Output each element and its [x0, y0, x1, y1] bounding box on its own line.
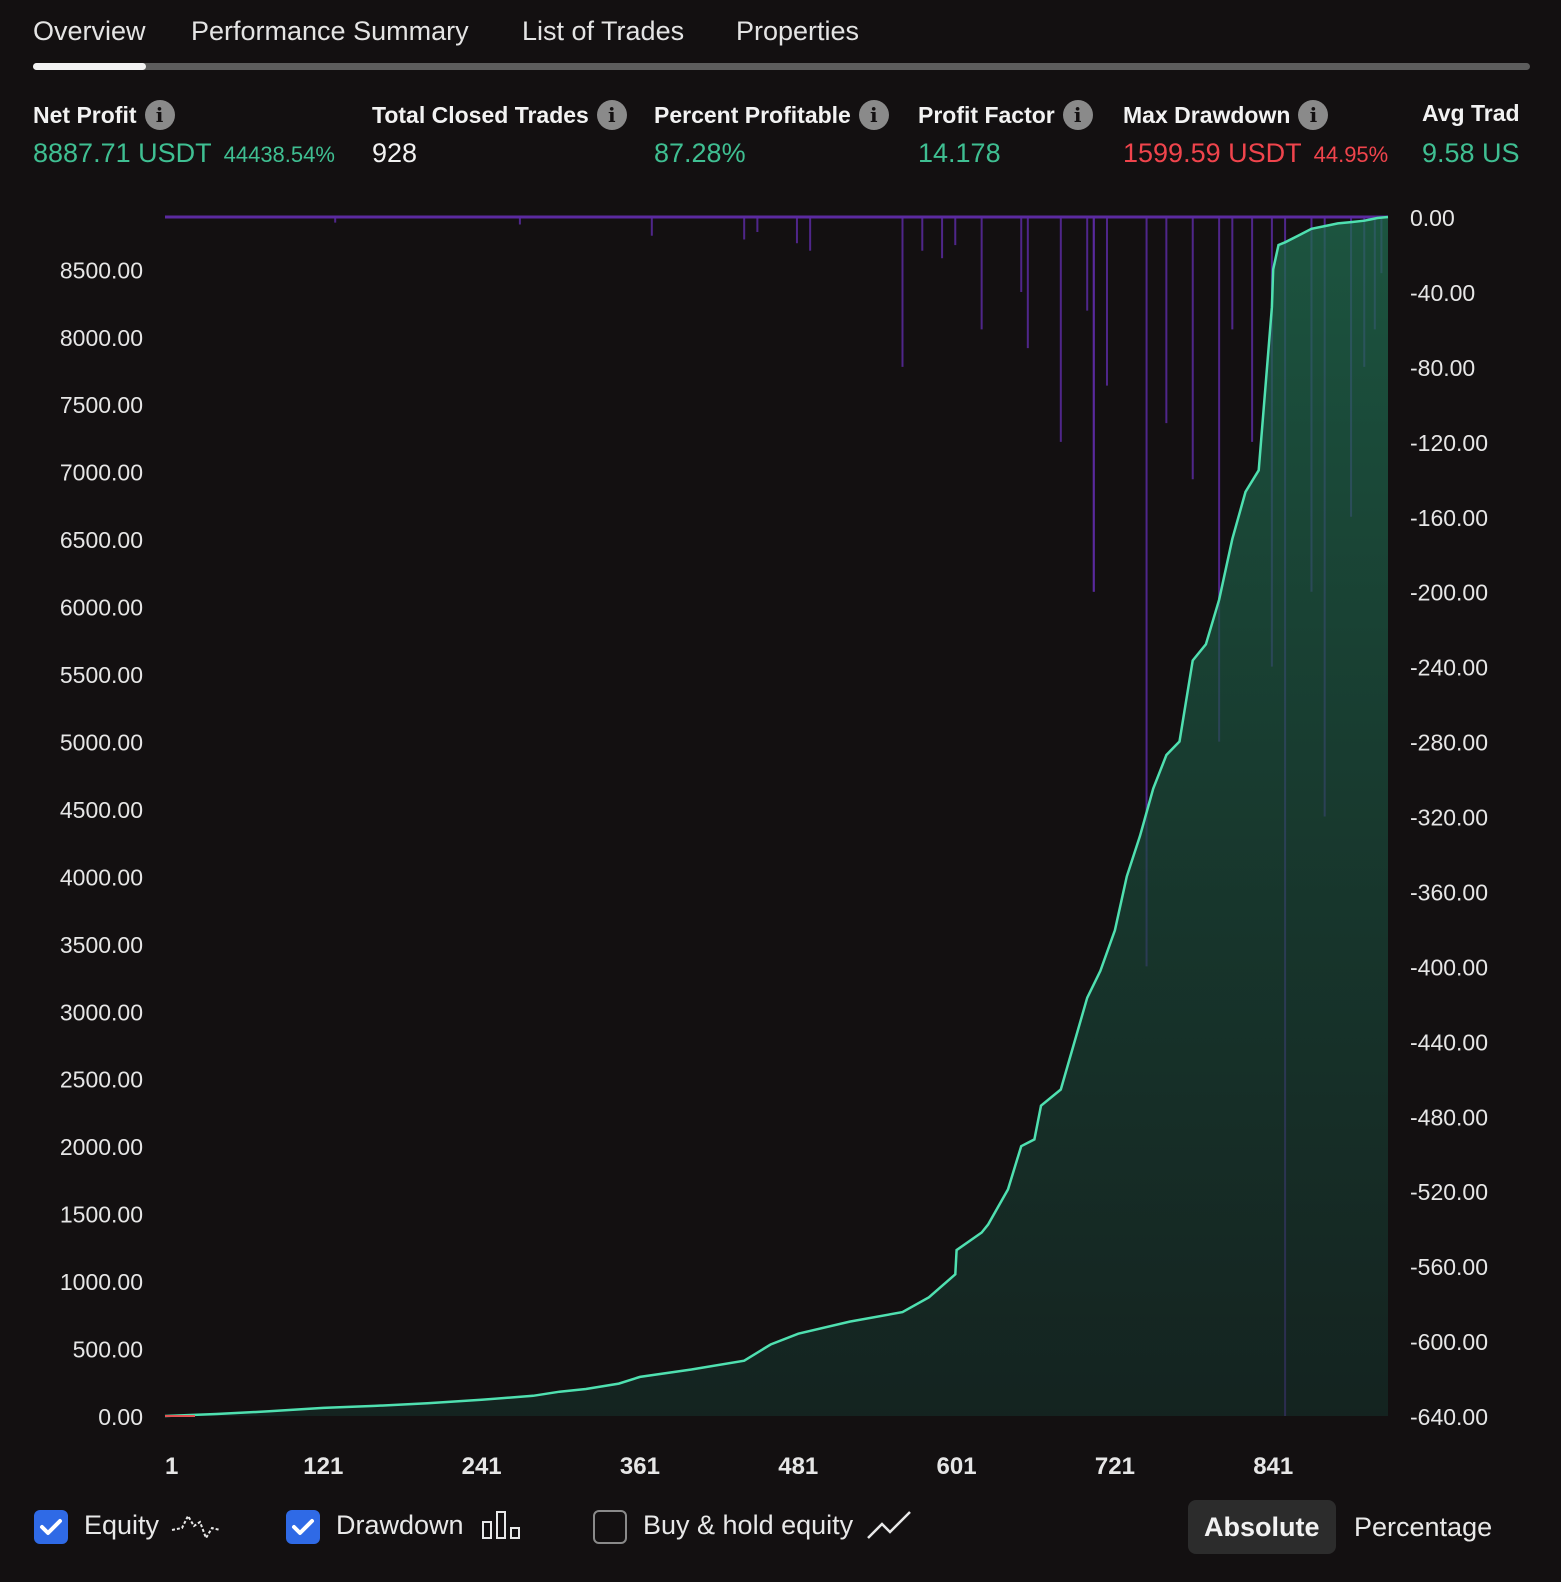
tab-track — [33, 63, 1530, 70]
left-axis-tick-label: 4500.00 — [60, 797, 143, 823]
right-axis-tick-label: -200.00 — [1410, 580, 1488, 606]
equity-area — [165, 217, 1388, 1416]
x-axis-tick-label: 241 — [462, 1453, 502, 1480]
x-axis: 1 121 241 361 481 601 721 841 — [165, 1453, 1293, 1480]
net-profit-value: 8887.71 USDT — [33, 138, 212, 168]
left-axis-tick-label: 0.00 — [98, 1404, 143, 1430]
percent-profitable-value: 87.28% — [654, 138, 746, 168]
x-axis-tick-label: 841 — [1253, 1453, 1293, 1480]
percent-profitable-label: Percent Profitable — [654, 101, 851, 128]
right-axis-tick-label: -320.00 — [1410, 805, 1488, 831]
left-axis-tick-label: 500.00 — [73, 1337, 143, 1363]
max-drawdown-value: 1599.59 USDT — [1123, 138, 1302, 168]
right-axis-tick-label: -120.00 — [1410, 430, 1488, 456]
left-axis-tick-label: 3000.00 — [60, 999, 143, 1025]
left-axis-tick-label: 5000.00 — [60, 729, 143, 755]
left-axis-tick-label: 2500.00 — [60, 1067, 143, 1093]
info-icon[interactable]: i — [858, 100, 889, 130]
tab-properties[interactable]: Properties — [736, 16, 859, 47]
check-icon — [292, 1519, 314, 1535]
right-axis-tick-label: -520.00 — [1410, 1179, 1488, 1205]
max-drawdown-value-row: 1599.59 USDT 44.95% — [1123, 138, 1388, 169]
x-axis-tick-label: 361 — [620, 1453, 660, 1480]
net-profit-value-row: 8887.71 USDT 44438.54% — [33, 138, 335, 169]
trend-line-icon — [867, 1511, 911, 1539]
tab-list-of-trades[interactable]: List of Trades — [522, 16, 684, 47]
equity-checkbox[interactable] — [34, 1510, 68, 1544]
right-axis-tick-label: -40.00 — [1410, 280, 1475, 306]
x-axis-tick-label: 121 — [303, 1453, 343, 1480]
left-axis-tick-label: 7500.00 — [60, 392, 143, 418]
left-axis-tick-label: 4000.00 — [60, 864, 143, 890]
left-axis-tick-label: 8500.00 — [60, 257, 143, 283]
left-axis-tick-label: 1500.00 — [60, 1202, 143, 1228]
tab-overview[interactable]: Overview — [33, 16, 146, 47]
profit-factor-value: 14.178 — [918, 138, 1001, 168]
buy-hold-checkbox[interactable] — [593, 1510, 627, 1544]
left-axis-tick-label: 2000.00 — [60, 1134, 143, 1160]
right-axis-tick-label: -160.00 — [1410, 505, 1488, 531]
max-drawdown-label: Max Drawdown — [1123, 101, 1291, 128]
drawdown-checkbox[interactable] — [286, 1510, 320, 1544]
equity-drawdown-chart: 0.00 500.00 1000.00 1500.00 2000.00 2500.00 30… — [60, 205, 1488, 1480]
tab-performance-summary[interactable]: Performance Summary — [191, 16, 469, 47]
right-axis-tick-label: -280.00 — [1410, 730, 1488, 756]
info-icon[interactable]: i — [1298, 100, 1329, 130]
max-drawdown-percent: 44.95% — [1313, 142, 1389, 167]
right-axis-tick-label: -640.00 — [1410, 1404, 1488, 1430]
left-axis-tick-label: 8000.00 — [60, 325, 143, 351]
equity-label[interactable]: Equity — [84, 1510, 159, 1541]
net-profit-percent: 44438.54% — [223, 142, 335, 167]
metric-total-closed-trades: Total Closed Trades i 928 — [372, 100, 627, 168]
x-axis-tick-label: 1 — [165, 1453, 178, 1480]
equity-line-icon — [171, 1513, 221, 1541]
left-axis: 0.00 500.00 1000.00 1500.00 2000.00 2500.00 30… — [60, 257, 143, 1430]
x-axis-tick-label: 721 — [1095, 1453, 1135, 1480]
right-axis-tick-label: -480.00 — [1410, 1104, 1488, 1130]
absolute-toggle[interactable]: Absolute — [1188, 1500, 1336, 1554]
right-axis-tick-label: -600.00 — [1410, 1329, 1488, 1355]
info-icon[interactable]: i — [144, 100, 175, 130]
right-axis-tick-label: -240.00 — [1410, 655, 1488, 681]
buy-hold-label[interactable]: Buy & hold equity — [643, 1510, 853, 1541]
x-axis-tick-label: 601 — [937, 1453, 977, 1480]
right-axis-tick-label: -80.00 — [1410, 355, 1475, 381]
left-axis-tick-label: 3500.00 — [60, 932, 143, 958]
metric-max-drawdown: Max Drawdown i 1599.59 USDT 44.95% — [1123, 100, 1388, 168]
profit-factor-label: Profit Factor — [918, 101, 1055, 128]
right-axis-tick-label: -400.00 — [1410, 954, 1488, 980]
left-axis-tick-label: 6500.00 — [60, 527, 143, 553]
percentage-toggle[interactable]: Percentage — [1338, 1500, 1508, 1554]
left-axis-tick-label: 5500.00 — [60, 662, 143, 688]
right-axis-tick-label: -440.00 — [1410, 1029, 1488, 1055]
tab-active-indicator — [33, 63, 146, 70]
right-axis-tick-label: 0.00 — [1410, 205, 1455, 231]
total-closed-trades-value: 928 — [372, 138, 418, 168]
avg-trade-value: 9.58 US — [1422, 138, 1520, 168]
metric-profit-factor: Profit Factor i 14.178 — [918, 100, 1093, 168]
metric-avg-trade: Avg Trad 9.58 US — [1422, 100, 1520, 168]
metrics-row: Net Profit i 8887.71 USDT 44438.54% Total … — [0, 100, 1561, 180]
total-closed-trades-label: Total Closed Trades — [372, 101, 589, 128]
x-axis-tick-label: 481 — [778, 1453, 818, 1480]
right-axis-tick-label: -560.00 — [1410, 1254, 1488, 1280]
bar-chart-icon — [482, 1511, 520, 1539]
net-profit-label: Net Profit — [33, 101, 137, 128]
right-axis: 0.00 -40.00 -80.00 -120.00 -160.00 -200.00 -24… — [1410, 205, 1488, 1430]
left-axis-tick-label: 1000.00 — [60, 1269, 143, 1295]
left-axis-tick-label: 6000.00 — [60, 595, 143, 621]
metric-percent-profitable: Percent Profitable i 87.28% — [654, 100, 889, 168]
tab-bar: Overview Performance Summary List of Tra… — [0, 0, 1561, 80]
info-icon[interactable]: i — [596, 100, 627, 130]
right-axis-tick-label: -360.00 — [1410, 879, 1488, 905]
drawdown-label[interactable]: Drawdown — [336, 1510, 464, 1541]
left-axis-tick-label: 7000.00 — [60, 460, 143, 486]
check-icon — [40, 1519, 62, 1535]
legend-bar: Equity Drawdown Buy & hold equity Absolu… — [0, 1500, 1561, 1570]
metric-net-profit: Net Profit i 8887.71 USDT 44438.54% — [33, 100, 335, 168]
avg-trade-label: Avg Trad — [1422, 100, 1520, 126]
info-icon[interactable]: i — [1062, 100, 1093, 130]
